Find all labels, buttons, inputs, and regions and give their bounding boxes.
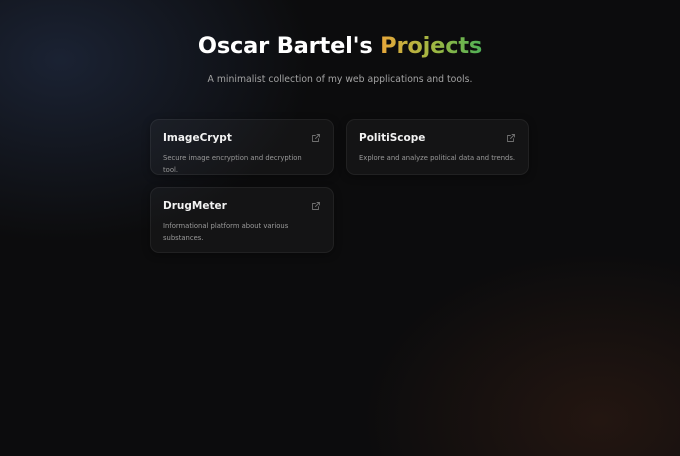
page-title-accent: Projects — [380, 33, 483, 59]
project-card-imagecrypt[interactable]: ImageCrypt Secure image encryption and d… — [150, 119, 334, 175]
project-description: Secure image encryption and decryption t… — [163, 154, 302, 174]
page-title-main: Oscar Bartel's — [197, 33, 381, 59]
project-name: PolitiScope — [359, 132, 426, 144]
project-name: ImageCrypt — [163, 132, 232, 144]
project-description: Explore and analyze political data and t… — [359, 154, 516, 162]
project-card-drugmeter[interactable]: DrugMeter Informational platform about v… — [150, 187, 334, 253]
project-name: DrugMeter — [163, 200, 227, 212]
page-subtitle: A minimalist collection of my web applic… — [207, 74, 473, 85]
external-link-icon[interactable] — [311, 133, 321, 143]
external-link-icon[interactable] — [506, 133, 516, 143]
project-description: Informational platform about various sub… — [163, 222, 289, 242]
project-card-politiscope[interactable]: PolitiScope Explore and analyze politica… — [346, 119, 529, 175]
page: Oscar Bartel's Projects A minimalist col… — [0, 0, 680, 456]
page-title: Oscar Bartel's Projects — [0, 33, 680, 59]
external-link-icon[interactable] — [311, 201, 321, 211]
